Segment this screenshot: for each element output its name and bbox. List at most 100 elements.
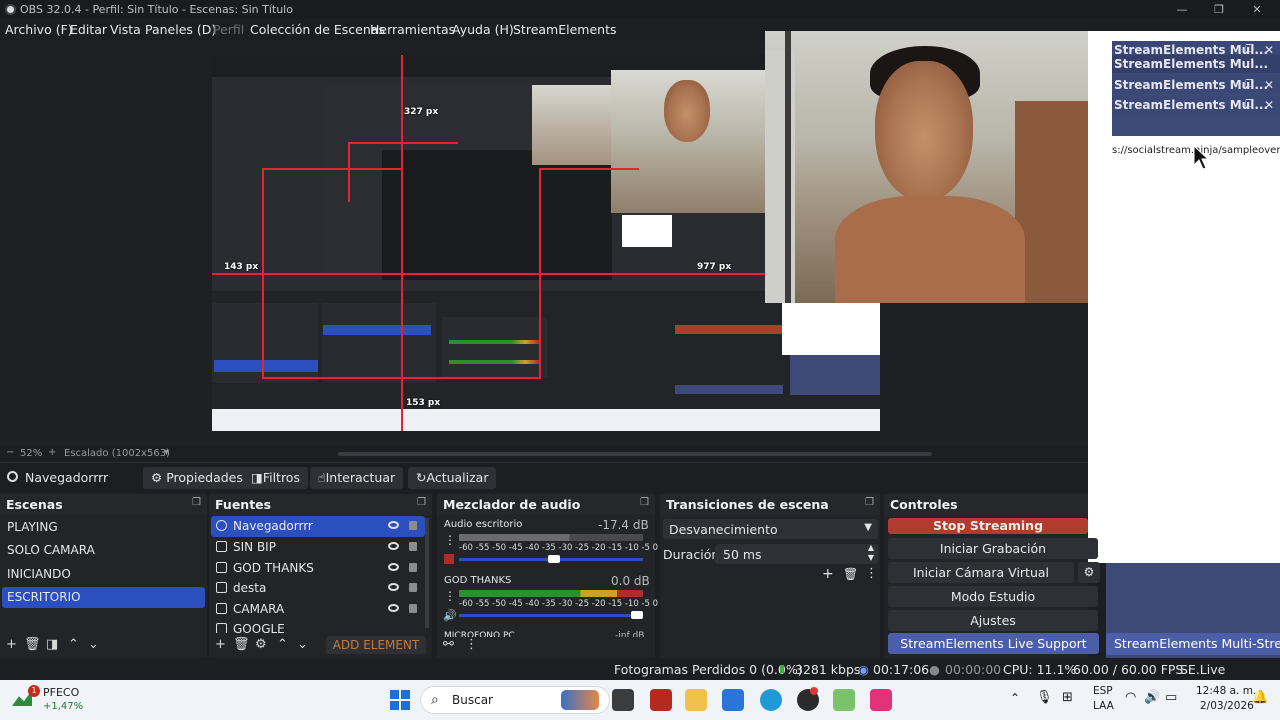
brave-browser-icon[interactable] <box>650 689 672 711</box>
virtual-camera-button[interactable]: Iniciar Cámara Virtual <box>888 562 1074 583</box>
add-icon[interactable]: + <box>6 637 17 652</box>
menu-paneles[interactable]: Paneles (D) <box>145 22 216 37</box>
store-icon[interactable] <box>722 689 744 711</box>
arrow-up-icon[interactable]: ⌃ <box>277 637 288 652</box>
gear-icon[interactable]: ⚙ <box>1078 562 1100 583</box>
eye-icon[interactable] <box>388 583 399 591</box>
zoom-in-icon[interactable]: + <box>48 447 56 458</box>
speaker-icon[interactable]: 🔊 <box>443 609 457 622</box>
task-view-icon[interactable] <box>612 689 634 711</box>
battery-icon[interactable]: ▭ <box>1165 690 1177 705</box>
lock-icon[interactable] <box>409 563 417 572</box>
mute-icon[interactable] <box>444 554 454 564</box>
source-item-selected[interactable]: Navegadorrrr <box>211 516 425 537</box>
source-item[interactable]: GOD THANKS <box>211 558 425 579</box>
source-item[interactable]: GOOGLE <box>211 619 425 633</box>
arrow-down-icon[interactable]: ⌄ <box>88 637 99 652</box>
se-dock-3[interactable]: StreamElements Mul... ❐ ✕ <box>1112 76 1280 94</box>
spin-down-icon[interactable]: ▼ <box>868 553 874 562</box>
refresh-button[interactable]: ↻Actualizar <box>408 467 497 489</box>
channel-menu-icon[interactable]: ⋮ <box>444 589 456 603</box>
multistream-button[interactable]: StreamElements Multi-Strea... <box>1106 633 1280 655</box>
lock-icon[interactable] <box>409 604 417 613</box>
source-item[interactable]: SIN BIP <box>211 537 425 558</box>
network-icon[interactable]: ⊞ <box>1062 690 1073 705</box>
filter-icon[interactable]: ◨ <box>46 637 58 652</box>
microphone-icon[interactable]: 🎙 <box>1036 690 1053 705</box>
language-1[interactable]: ESP <box>1093 685 1113 697</box>
volume-icon[interactable]: 🔊 <box>1144 690 1160 705</box>
chevron-up-icon[interactable]: ⌃ <box>1010 691 1020 705</box>
edge-browser-icon[interactable] <box>760 689 782 711</box>
lock-icon[interactable] <box>409 521 417 530</box>
close-icon[interactable]: ✕ <box>1264 96 1274 114</box>
menu-perfil[interactable]: Perfil <box>213 22 244 37</box>
dock-float-icon[interactable]: ❐ <box>417 497 426 508</box>
eye-icon[interactable] <box>388 604 399 612</box>
windows-start-icon[interactable] <box>390 690 410 710</box>
gear-icon[interactable]: ⚙ <box>255 637 267 652</box>
volume-slider[interactable] <box>459 614 643 617</box>
trash-icon[interactable]: 🗑 <box>24 637 41 652</box>
arrow-up-icon[interactable]: ⌃ <box>68 637 79 652</box>
eye-icon[interactable] <box>388 521 399 529</box>
notification-bell-icon[interactable]: 🔔 <box>1252 690 1268 705</box>
trash-icon[interactable]: 🗑 <box>843 567 858 581</box>
live-support-button[interactable]: StreamElements Live Support <box>888 633 1099 654</box>
add-icon[interactable]: + <box>215 637 226 652</box>
menu-dots-icon[interactable]: ⋮ <box>465 637 478 652</box>
properties-button[interactable]: ⚙ Propiedades <box>143 467 251 489</box>
stop-streaming-button[interactable]: Stop Streaming <box>888 518 1088 534</box>
start-recording-button[interactable]: Iniciar Grabación <box>888 538 1098 559</box>
minimize-icon[interactable]: — <box>1165 0 1199 19</box>
channel-menu-icon[interactable]: ⋮ <box>444 533 456 547</box>
taskbar-search[interactable]: ⌕ Buscar <box>420 686 610 714</box>
duration-input[interactable]: 50 ms ▲ ▼ <box>715 543 878 564</box>
scene-item[interactable]: INICIANDO <box>2 564 205 585</box>
menu-coleccion[interactable]: Colección de Escenas <box>250 22 385 37</box>
zoom-out-icon[interactable]: − <box>6 447 14 458</box>
float-icon[interactable]: ❐ <box>1245 76 1254 94</box>
language-2[interactable]: LAA <box>1093 700 1114 712</box>
add-transition-icon[interactable]: + <box>822 566 834 582</box>
volume-slider-handle[interactable] <box>548 555 560 563</box>
filters-button[interactable]: ◨Filtros <box>243 467 308 489</box>
menu-vista[interactable]: Vista <box>110 22 141 37</box>
menu-streamelements[interactable]: StreamElements <box>513 22 617 37</box>
maximize-icon[interactable]: ❐ <box>1202 0 1236 19</box>
horizontal-scrollbar[interactable] <box>338 452 932 456</box>
clock-date[interactable]: 2/03/2026 <box>1200 700 1254 712</box>
se-dock-4[interactable]: StreamElements Mul... ❐ ✕ <box>1112 96 1280 114</box>
clock-time[interactable]: 12:48 a. m. <box>1196 685 1256 697</box>
float-icon[interactable]: ❐ <box>1245 96 1254 114</box>
close-icon[interactable]: ✕ <box>1264 76 1274 94</box>
arrow-down-icon[interactable]: ⌄ <box>297 637 308 652</box>
interact-button[interactable]: ☝Interactuar <box>310 467 404 489</box>
eye-icon[interactable] <box>388 542 399 550</box>
eye-icon[interactable] <box>388 563 399 571</box>
chevron-down-icon[interactable]: ▾ <box>164 447 169 458</box>
lock-icon[interactable] <box>409 583 417 592</box>
menu-editar[interactable]: Editar <box>70 22 107 37</box>
scene-item[interactable]: SOLO CAMARA <box>2 540 205 561</box>
source-item[interactable]: desta <box>211 578 425 599</box>
menu-ayuda[interactable]: Ayuda (H) <box>452 22 514 37</box>
se-dock-2[interactable]: StreamElements Mul... <box>1112 55 1280 73</box>
scene-item-selected[interactable]: ESCRITORIO <box>2 587 205 608</box>
dock-float-icon[interactable]: ❐ <box>192 497 201 508</box>
studio-mode-button[interactable]: Modo Estudio <box>888 586 1098 607</box>
link-icon[interactable]: ⚯ <box>443 637 454 652</box>
menu-herramientas[interactable]: Herramientas <box>370 22 455 37</box>
transition-select[interactable]: Desvanecimiento ▼ <box>663 519 878 539</box>
lock-icon[interactable] <box>409 542 417 551</box>
sources-scrollbar[interactable] <box>425 518 429 628</box>
spin-up-icon[interactable]: ▲ <box>868 543 874 552</box>
file-explorer-icon[interactable] <box>685 689 707 711</box>
add-element-button[interactable]: ADD ELEMENT <box>326 636 426 654</box>
tiktok-icon[interactable] <box>870 689 892 711</box>
dock-float-icon[interactable]: ❐ <box>640 497 649 508</box>
scene-item[interactable]: PLAYING <box>2 517 205 538</box>
menu-dots-icon[interactable]: ⋮ <box>865 566 878 581</box>
source-item[interactable]: CAMARA <box>211 599 425 620</box>
close-window-icon[interactable]: ✕ <box>1240 0 1274 19</box>
